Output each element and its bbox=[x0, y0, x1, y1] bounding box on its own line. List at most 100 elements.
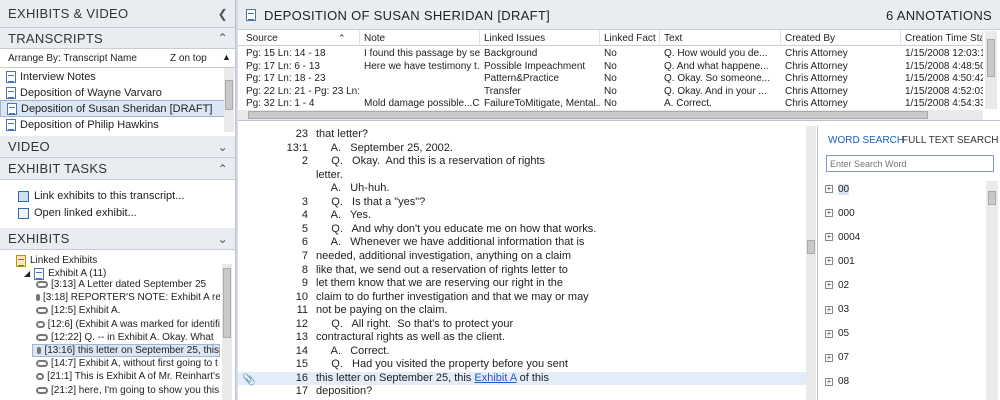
paperclip-icon[interactable]: 📎 bbox=[242, 373, 256, 386]
transcript-line[interactable]: 13:1 A. September 25, 2002. bbox=[238, 142, 816, 156]
full-text-search-tab[interactable]: FULL TEXT SEARCH bbox=[902, 135, 999, 146]
transcript-line[interactable]: 9 let them know that we are reserving our… bbox=[238, 277, 816, 291]
exhibits-title: EXHIBITS bbox=[8, 231, 70, 246]
exhibits-header[interactable]: EXHIBITS ⌄ bbox=[0, 228, 235, 250]
transcript-line[interactable]: 4 A. Yes. bbox=[238, 209, 816, 223]
exhibit-item[interactable]: [21:2] here, I'm going to show you this bbox=[32, 384, 220, 397]
expand-plus-icon[interactable]: + bbox=[825, 377, 833, 386]
transcript-line[interactable]: 3 Q. Is that a "yes"? bbox=[238, 196, 816, 210]
transcript-line[interactable]: 11 not be paying on the claim. bbox=[238, 304, 816, 318]
word-item[interactable]: +001 bbox=[825, 253, 855, 269]
grid-row[interactable]: Pg: 32 Ln: 1 - 4 Mold damage possible...C… bbox=[238, 97, 983, 109]
exhibit-item[interactable]: [13:16] this letter on September 25, thi… bbox=[32, 344, 220, 357]
grid-row[interactable]: Pg: 17 Ln: 6 - 13 Here we have testimony … bbox=[238, 60, 983, 73]
exhibits-video-header[interactable]: EXHIBITS & VIDEO ❮ bbox=[0, 0, 235, 28]
col-linked-issues[interactable]: Linked Issues bbox=[480, 31, 600, 46]
grid-horizontal-scrollbar[interactable] bbox=[238, 110, 983, 120]
col-text[interactable]: Text bbox=[660, 31, 781, 46]
word-item[interactable]: +08 bbox=[825, 374, 849, 390]
grid-cell: Pg: 32 Ln: 1 - 4 bbox=[246, 98, 315, 109]
exhibit-item[interactable]: [12:5] Exhibit A. bbox=[32, 304, 220, 317]
transcript-line[interactable]: 6 A. Whenever we have additional informa… bbox=[238, 236, 816, 250]
transcript-line[interactable]: 8 like that, we send out a reservation of… bbox=[238, 264, 816, 278]
sort-asc-icon[interactable]: ⌃ bbox=[334, 31, 354, 46]
grid-row[interactable]: Pg: 17 Ln: 18 - 23 Pattern&Practice No Q. O… bbox=[238, 72, 983, 85]
collapse-left-icon[interactable]: ❮ bbox=[218, 7, 228, 21]
expand-plus-icon[interactable]: + bbox=[825, 233, 833, 242]
transcript-line[interactable]: 7 needed, additional investigation, anyth… bbox=[238, 250, 816, 264]
transcript-line[interactable]: 23 that letter? bbox=[238, 128, 816, 142]
col-linked-fact[interactable]: Linked Fact bbox=[600, 31, 660, 46]
exhibit-item[interactable]: [3:18] REPORTER'S NOTE: Exhibit A reta bbox=[32, 291, 220, 304]
transcript-line[interactable]: 17 deposition? bbox=[238, 385, 816, 399]
word-item[interactable]: +02 bbox=[825, 277, 849, 293]
exhibit-item[interactable]: [14:7] Exhibit A, without first going to… bbox=[32, 357, 220, 370]
link-icon bbox=[36, 294, 40, 302]
transcript-line[interactable]: 13 contractural rights as well as the cli… bbox=[238, 331, 816, 345]
word-item[interactable]: +00 bbox=[825, 181, 850, 197]
grid-vertical-scrollbar[interactable] bbox=[985, 31, 997, 109]
video-header[interactable]: VIDEO ⌄ bbox=[0, 136, 235, 158]
transcript-item[interactable]: Deposition of Wayne Varvaro bbox=[0, 84, 233, 101]
word-item[interactable]: +07 bbox=[825, 350, 849, 366]
expand-plus-icon[interactable]: + bbox=[825, 209, 833, 218]
word-item[interactable]: +000 bbox=[825, 205, 855, 221]
exhibit-item[interactable]: [12:6] (Exhibit A was marked for identif… bbox=[32, 318, 220, 331]
expand-plus-icon[interactable]: + bbox=[825, 257, 833, 266]
expand-plus-icon[interactable]: + bbox=[825, 185, 833, 193]
search-input[interactable] bbox=[826, 155, 994, 172]
word-search-tab[interactable]: WORD SEARCH bbox=[828, 135, 904, 146]
expand-triangle-icon[interactable]: ◢ bbox=[24, 269, 30, 278]
chevron-down-icon[interactable]: ⌄ bbox=[218, 140, 228, 154]
col-created-by[interactable]: Created By bbox=[781, 31, 901, 46]
exhibit-item[interactable]: [12:22] Q. -- in Exhibit A. Okay. What bbox=[32, 331, 220, 344]
word-item[interactable]: +0004 bbox=[825, 229, 860, 245]
sort-icon[interactable]: ▲ bbox=[222, 52, 231, 62]
exhibit-tree-scrollbar[interactable] bbox=[222, 264, 232, 400]
line-text: A. Yes. bbox=[316, 209, 372, 222]
transcript-line[interactable]: 16 this letter on September 25, this Exhi… bbox=[238, 371, 816, 386]
word-item[interactable]: +03 bbox=[825, 302, 849, 318]
annotation-grid: Source ⌃ Note Linked Issues Linked Fact … bbox=[238, 31, 1000, 121]
link-exhibits-task[interactable]: Link exhibits to this transcript... bbox=[18, 188, 184, 204]
exhibit-link[interactable]: Exhibit A bbox=[474, 372, 516, 384]
transcript-line[interactable]: 14 A. Correct. bbox=[238, 345, 816, 359]
transcript-item[interactable]: Deposition of Philip Hawkins bbox=[0, 116, 233, 133]
chevron-down-icon[interactable]: ⌄ bbox=[218, 232, 228, 246]
transcript-item[interactable]: Interview Notes bbox=[0, 68, 233, 85]
expand-plus-icon[interactable]: + bbox=[825, 353, 833, 362]
arrange-by-label[interactable]: Arrange By: Transcript Name bbox=[8, 53, 137, 64]
chevron-up-icon[interactable]: ⌃ bbox=[218, 31, 228, 45]
transcripts-header[interactable]: TRANSCRIPTS ⌃ bbox=[0, 28, 235, 49]
document-icon bbox=[246, 9, 256, 21]
transcript-line[interactable]: 2 Q. Okay. And this is a reservation of … bbox=[238, 155, 816, 169]
word-item[interactable]: +05 bbox=[825, 326, 849, 342]
chevron-up-icon[interactable]: ⌃ bbox=[218, 162, 228, 176]
grid-cell: No bbox=[604, 85, 617, 97]
open-linked-exhibit-task[interactable]: Open linked exhibit... bbox=[18, 205, 137, 221]
col-note[interactable]: Note bbox=[360, 31, 480, 46]
transcript-line[interactable]: 5 Q. And why don't you educate me on how… bbox=[238, 223, 816, 237]
expand-plus-icon[interactable]: + bbox=[825, 305, 833, 314]
expand-plus-icon[interactable]: + bbox=[825, 329, 833, 338]
transcript-line[interactable]: letter. bbox=[238, 169, 816, 183]
transcript-item-selected[interactable]: Deposition of Susan Sheridan [DRAFT] bbox=[0, 100, 233, 117]
exhibit-item[interactable]: [3:13] A Letter dated September 25 bbox=[32, 278, 220, 291]
grid-row[interactable]: Pg: 15 Ln: 14 - 18 I found this passage b… bbox=[238, 47, 983, 60]
transcript-list-scrollbar[interactable] bbox=[224, 68, 234, 132]
exhibits-video-title: EXHIBITS & VIDEO bbox=[8, 6, 129, 21]
transcript-scrollbar[interactable] bbox=[806, 126, 816, 400]
exhibit-tasks-header[interactable]: EXHIBIT TASKS ⌃ bbox=[0, 158, 235, 180]
transcript-line[interactable]: 15 Q. Had you visited the property befor… bbox=[238, 358, 816, 372]
word-list-scrollbar[interactable] bbox=[986, 181, 998, 400]
sort-order-label[interactable]: Z on top bbox=[170, 53, 207, 64]
transcript-line[interactable]: 10 claim to do further investigation and … bbox=[238, 291, 816, 305]
col-creation-time[interactable]: Creation Time Stam bbox=[901, 31, 983, 46]
transcript-line[interactable]: 12 Q. All right. So that's to protect yo… bbox=[238, 318, 816, 332]
line-number: 8 bbox=[301, 263, 308, 276]
exhibit-item[interactable]: [21:1] This is Exhibit A of Mr. Reinhart… bbox=[32, 370, 220, 383]
expand-plus-icon[interactable]: + bbox=[825, 281, 833, 290]
line-text: contractural rights as well as the clien… bbox=[316, 331, 505, 344]
transcript-line[interactable]: A. Uh-huh. bbox=[238, 182, 816, 196]
grid-row[interactable]: Pg: 22 Ln: 21 - Pg: 23 Ln: 1 Transfer No Q.… bbox=[238, 85, 983, 98]
